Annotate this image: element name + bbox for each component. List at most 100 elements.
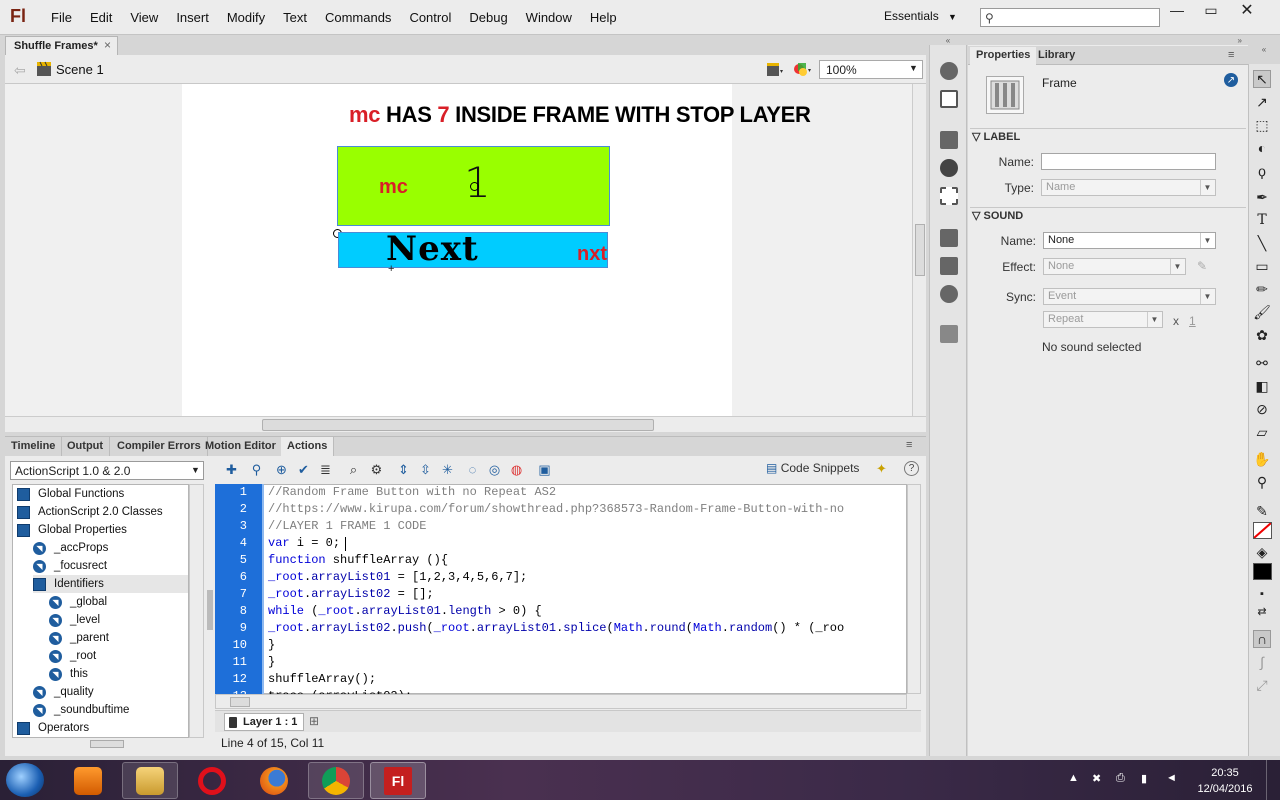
help-link-icon[interactable]: ↗ bbox=[1224, 73, 1238, 87]
eyedropper-tool-icon[interactable]: ⊘ bbox=[1253, 400, 1271, 418]
text-tool-icon[interactable]: T bbox=[1253, 211, 1271, 229]
tab-timeline[interactable]: Timeline bbox=[5, 437, 63, 456]
transform-icon[interactable] bbox=[940, 187, 958, 205]
tree-item-root[interactable]: ◥ _root bbox=[49, 647, 96, 665]
stage-vertical-scrollbar[interactable] bbox=[912, 84, 926, 416]
expand-all-icon[interactable]: ✳ bbox=[439, 461, 456, 478]
tray-network-error-icon[interactable]: ✖ bbox=[1092, 772, 1104, 786]
label-section-header[interactable]: ▽ LABEL bbox=[972, 130, 1020, 143]
back-arrow-icon[interactable]: ⇦ bbox=[14, 62, 26, 79]
paint-bucket-tool-icon[interactable]: ◧ bbox=[1253, 377, 1271, 395]
tree-item-level[interactable]: ◥ _level bbox=[49, 611, 100, 629]
collapse-braces-icon[interactable]: ⇕ bbox=[395, 461, 412, 478]
taskbar-media-player[interactable] bbox=[60, 762, 116, 799]
tree-resize-handle[interactable] bbox=[90, 740, 124, 748]
edit-pencil-icon[interactable]: ✎ bbox=[1197, 259, 1207, 273]
tray-volume-icon[interactable]: ◄ bbox=[1166, 772, 1178, 786]
panel-menu-icon[interactable]: ≡ bbox=[906, 439, 912, 451]
selection-tool-icon[interactable]: ↖ bbox=[1253, 70, 1271, 88]
tab-motion-editor[interactable]: Motion Editor bbox=[199, 437, 283, 456]
tree-item-quality[interactable]: ◥ _quality bbox=[33, 683, 94, 701]
minimize-button[interactable]: — bbox=[1160, 0, 1194, 20]
collapse-selection-icon[interactable]: ⇳ bbox=[417, 461, 434, 478]
stroke-color-pencil-icon[interactable]: ✎ bbox=[1253, 502, 1271, 520]
panel-splitter[interactable] bbox=[207, 590, 213, 630]
target-path-icon[interactable]: ⊕ bbox=[273, 461, 290, 478]
deco-tool-icon[interactable]: ✿ bbox=[1253, 326, 1271, 344]
code-vertical-scrollbar[interactable] bbox=[907, 484, 921, 694]
menu-modify[interactable]: Modify bbox=[218, 10, 274, 25]
actions-toolbox-tree[interactable]: Global Functions ActionScript 2.0 Classe… bbox=[12, 484, 189, 738]
tree-item-operators[interactable]: Operators bbox=[17, 719, 89, 737]
menu-file[interactable]: File bbox=[42, 10, 81, 25]
auto-format-icon[interactable]: ≣ bbox=[317, 461, 334, 478]
stage-title-text[interactable]: mc HAS 7 INSIDE FRAME WITH STOP LAYER bbox=[182, 102, 1007, 128]
zoom-select[interactable]: 100% bbox=[819, 60, 923, 79]
remove-comment-icon[interactable]: ◍ bbox=[508, 461, 525, 478]
pin-script-icon[interactable]: ⊞ bbox=[309, 714, 319, 728]
subselection-tool-icon[interactable]: ↗ bbox=[1253, 93, 1271, 111]
tree-item-focusrect[interactable]: ◥ _focusrect bbox=[33, 557, 107, 575]
fill-color-swatch[interactable] bbox=[1253, 563, 1272, 580]
show-hide-toolbox-icon[interactable]: ▣ bbox=[536, 461, 553, 478]
menu-control[interactable]: Control bbox=[400, 10, 460, 25]
snap-magnet-icon[interactable]: ∩ bbox=[1253, 630, 1271, 648]
taskbar-firefox[interactable] bbox=[246, 762, 302, 799]
tree-item-parent[interactable]: ◥ _parent bbox=[49, 629, 109, 647]
menu-insert[interactable]: Insert bbox=[167, 10, 218, 25]
edit-symbols-icon[interactable] bbox=[792, 60, 812, 78]
stroke-color-swatch[interactable] bbox=[1253, 522, 1272, 539]
rectangle-tool-icon[interactable]: ▭ bbox=[1253, 257, 1271, 275]
eraser-tool-icon[interactable]: ▱ bbox=[1253, 423, 1271, 441]
menu-commands[interactable]: Commands bbox=[316, 10, 400, 25]
sync-select[interactable]: Event bbox=[1043, 288, 1216, 305]
close-button[interactable]: ✕ bbox=[1230, 0, 1264, 20]
tree-item-global-functions[interactable]: Global Functions bbox=[17, 485, 124, 503]
info-icon[interactable] bbox=[940, 159, 958, 177]
zoom-tool-icon[interactable]: ⚲ bbox=[1253, 473, 1271, 491]
3d-rotation-tool-icon[interactable]: ◐ bbox=[1253, 139, 1271, 157]
clock[interactable]: 20:35 12/04/2016 bbox=[1195, 765, 1255, 797]
tray-printer-icon[interactable]: ⎙ bbox=[1116, 772, 1128, 786]
apply-line-comment-icon[interactable]: ◎ bbox=[486, 461, 503, 478]
tree-item-global-properties[interactable]: Global Properties bbox=[17, 521, 127, 539]
menu-debug[interactable]: Debug bbox=[460, 10, 516, 25]
find-icon[interactable]: ⚲ bbox=[248, 461, 265, 478]
code-snippets-button[interactable]: ▤ Code Snippets bbox=[766, 461, 859, 475]
search-input[interactable] bbox=[1001, 9, 1151, 26]
apply-block-comment-icon[interactable]: ◌ bbox=[464, 461, 481, 478]
taskbar-flash[interactable]: Fl bbox=[370, 762, 426, 799]
show-desktop-button[interactable] bbox=[1266, 760, 1280, 800]
stage-hscroll-thumb[interactable] bbox=[262, 419, 654, 431]
menu-edit[interactable]: Edit bbox=[81, 10, 121, 25]
tree-item-accprops[interactable]: ◥ _accProps bbox=[33, 539, 108, 557]
components-icon[interactable] bbox=[940, 257, 958, 275]
swap-colors-icon[interactable]: ⇄ bbox=[1253, 602, 1271, 620]
taskbar-chrome[interactable] bbox=[308, 762, 364, 799]
menu-help[interactable]: Help bbox=[581, 10, 626, 25]
sound-section-header[interactable]: ▽ SOUND bbox=[972, 209, 1023, 222]
layer-script-tab[interactable]: Layer 1 : 1 bbox=[224, 713, 304, 731]
straighten-icon[interactable]: ⤢ bbox=[1253, 676, 1271, 694]
wizard-wand-icon[interactable]: ✦ bbox=[876, 461, 887, 477]
tree-item-as2-classes[interactable]: ActionScript 2.0 Classes bbox=[17, 503, 163, 521]
frame-label-name-input[interactable] bbox=[1041, 153, 1216, 170]
edit-scene-icon[interactable] bbox=[766, 61, 784, 77]
language-select[interactable]: ActionScript 1.0 & 2.0 bbox=[10, 461, 204, 480]
code-snippets-panel-icon[interactable] bbox=[940, 229, 958, 247]
motion-presets-icon[interactable] bbox=[940, 285, 958, 303]
collapse-panel-icon[interactable]: » bbox=[968, 36, 1248, 45]
workspace-switcher[interactable]: Essentials ▼ bbox=[884, 9, 957, 23]
lasso-tool-icon[interactable]: ϙ bbox=[1253, 162, 1271, 180]
tree-item-global[interactable]: ◥ _global bbox=[49, 593, 107, 611]
maximize-button[interactable]: ▭ bbox=[1194, 0, 1228, 20]
taskbar-opera[interactable] bbox=[184, 762, 240, 799]
fill-color-bucket-icon[interactable]: ◈ bbox=[1253, 543, 1271, 561]
code-horizontal-scrollbar[interactable] bbox=[215, 694, 907, 709]
tools-collapse-icon[interactable]: « bbox=[1248, 45, 1280, 64]
panel-menu-icon[interactable]: ≡ bbox=[1228, 49, 1234, 61]
menu-view[interactable]: View bbox=[121, 10, 167, 25]
start-button[interactable] bbox=[6, 763, 44, 797]
stage-vscroll-thumb[interactable] bbox=[915, 224, 925, 276]
search-box[interactable]: ⚲ bbox=[980, 8, 1160, 27]
